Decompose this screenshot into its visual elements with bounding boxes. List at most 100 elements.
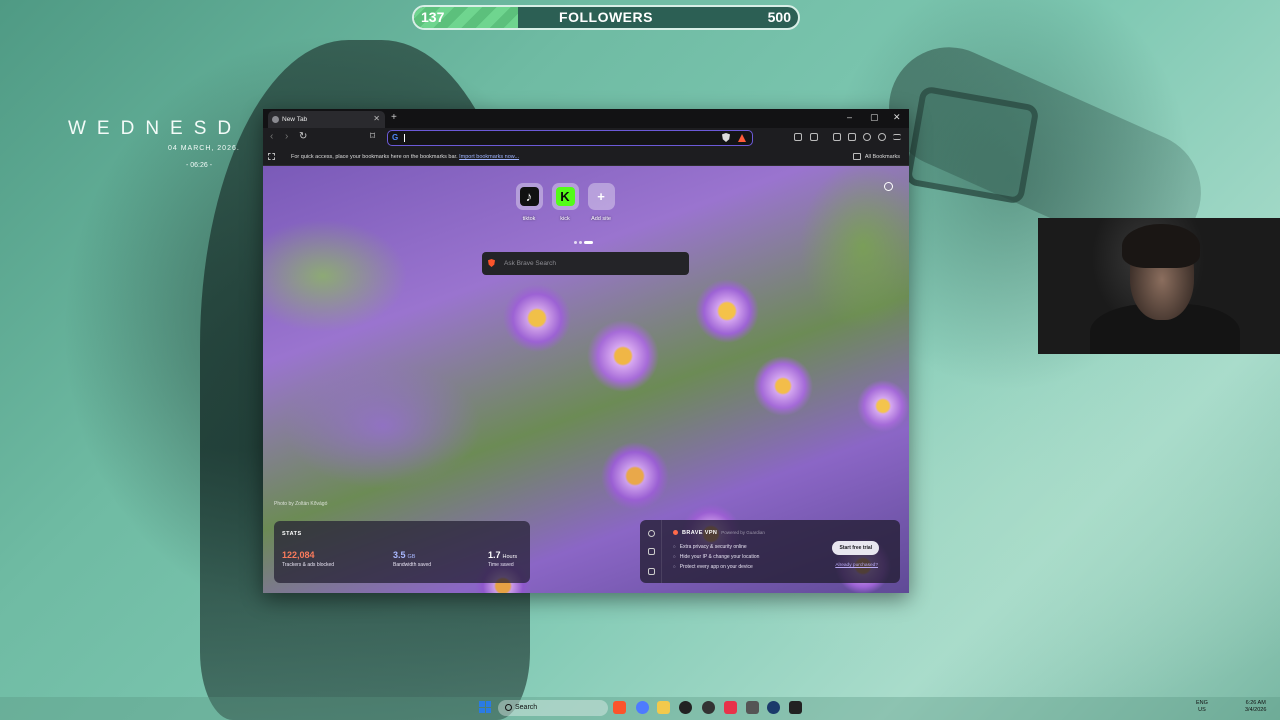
language-indicator[interactable]: ENG US xyxy=(1196,700,1208,714)
list-item: Hide your IP & change your location xyxy=(673,552,760,562)
tab-favicon-icon xyxy=(272,116,279,123)
address-bar[interactable]: G xyxy=(387,130,753,146)
tiktok-taskbar-icon[interactable] xyxy=(724,701,737,714)
pager-dot[interactable] xyxy=(574,241,577,244)
maximize-button[interactable]: ▢ xyxy=(870,112,879,123)
tiktok-icon: ♪ xyxy=(519,187,539,206)
back-button[interactable]: ‹ xyxy=(270,131,273,142)
settings-gear-icon[interactable] xyxy=(648,530,655,537)
pager-dot-active[interactable] xyxy=(584,241,593,244)
taskbar-search[interactable]: Search xyxy=(498,700,608,716)
tab-groups-icon[interactable] xyxy=(848,133,856,141)
taskbar-search-label: Search xyxy=(515,704,538,711)
vpn-feature-list: Extra privacy & security online Hide you… xyxy=(673,542,760,572)
vpn-title-text: BRAVE VPN xyxy=(682,530,718,536)
top-site-tile[interactable]: + xyxy=(587,183,615,210)
tab-title: New Tab xyxy=(282,116,308,123)
text-caret xyxy=(404,134,405,142)
browser-window: New Tab ✕ + – ▢ ✕ ‹ › ↻ ⌑ G For quick ac… xyxy=(263,109,909,593)
tray-date: 3/4/2026 xyxy=(1245,707,1267,713)
import-bookmarks-link[interactable]: Import bookmarks now... xyxy=(459,154,519,160)
video-icon[interactable] xyxy=(648,568,655,575)
top-site-kick[interactable]: Kkick xyxy=(545,183,585,222)
wallet-icon[interactable] xyxy=(810,133,818,141)
warning-icon[interactable] xyxy=(648,548,655,555)
browser-titlebar: New Tab ✕ + – ▢ ✕ xyxy=(263,109,909,128)
top-site-label: Add site xyxy=(591,216,611,222)
top-site-tile[interactable]: K xyxy=(551,183,579,210)
sidebar-icon[interactable] xyxy=(833,133,841,141)
reload-button[interactable]: ↻ xyxy=(299,131,307,142)
stat-time: 1.7 Hours Time saved xyxy=(488,550,517,568)
top-site-tile[interactable]: ♪ xyxy=(515,183,543,210)
webcam-overlay xyxy=(1038,218,1280,354)
extensions-icon[interactable] xyxy=(794,133,802,141)
customize-gear-icon[interactable] xyxy=(884,182,893,191)
pager-dot[interactable] xyxy=(579,241,582,244)
tray-clock[interactable]: 6:26 AM 3/4/2026 xyxy=(1245,700,1266,714)
start-free-trial-button[interactable]: Start free trial xyxy=(832,541,879,555)
widget-time: - 06:26 - xyxy=(186,162,213,169)
stats-widget: STATS 122,084 Trackers & ads blocked 3.5… xyxy=(274,521,530,583)
apps-grid-icon[interactable] xyxy=(268,153,275,160)
kick-icon: K xyxy=(555,187,575,206)
stat-trackers-value: 122,084 xyxy=(282,550,315,560)
close-window-button[interactable]: ✕ xyxy=(893,112,901,123)
widget-date: 04 MARCH, 2026. xyxy=(168,145,240,152)
followers-goal: 500 xyxy=(767,9,791,25)
brave-logo-icon xyxy=(488,259,495,267)
stat-bandwidth-value: 3.5 xyxy=(393,550,406,560)
wallpaper-visor xyxy=(904,85,1040,205)
vpn-shield-icon[interactable] xyxy=(878,133,886,141)
top-site-tiktok[interactable]: ♪ tiktok xyxy=(509,183,549,222)
already-purchased-link[interactable]: Already purchased? xyxy=(835,563,878,568)
stat-bandwidth: 3.5 GB Bandwidth saved xyxy=(393,550,431,568)
tray-time: 6:26 AM xyxy=(1245,700,1266,706)
vpn-widget: BRAVE VPNPowered by Guardian Extra priva… xyxy=(640,520,900,583)
webcam-person-hair xyxy=(1122,224,1200,268)
top-site-label: tiktok xyxy=(522,216,536,222)
steam-taskbar-icon[interactable] xyxy=(767,701,780,714)
search-icon xyxy=(505,704,512,711)
brave-search-box[interactable]: Ask Brave Search xyxy=(482,252,689,275)
forward-button[interactable]: › xyxy=(285,131,288,142)
bookmarks-bar: For quick access, place your bookmarks h… xyxy=(263,148,909,166)
file-explorer-taskbar-icon[interactable] xyxy=(657,701,670,714)
brave-rewards-icon[interactable] xyxy=(738,134,746,142)
new-tab-button[interactable]: + xyxy=(391,112,397,123)
tab-new-tab[interactable]: New Tab ✕ xyxy=(268,111,385,128)
app-taskbar-icon[interactable] xyxy=(702,701,715,714)
all-bookmarks-button[interactable]: All Bookmarks xyxy=(865,154,900,160)
messenger-taskbar-icon[interactable] xyxy=(636,701,649,714)
photo-credit[interactable]: Photo by Zoltán Kővágó xyxy=(274,501,327,507)
google-icon: G xyxy=(392,133,399,142)
bookmark-page-button[interactable]: ⌑ xyxy=(370,131,375,142)
plus-icon: + xyxy=(597,189,605,204)
start-button[interactable] xyxy=(479,701,491,713)
stat-bandwidth-unit: GB xyxy=(407,554,416,560)
tray-lang: ENG xyxy=(1196,700,1208,706)
list-item: Extra privacy & security online xyxy=(673,542,759,552)
app-taskbar-icon[interactable] xyxy=(746,701,759,714)
brave-taskbar-icon[interactable] xyxy=(613,701,626,714)
brave-shields-icon[interactable] xyxy=(722,133,730,142)
top-site-label: kick xyxy=(560,216,570,222)
vpn-powered-by: Powered by Guardian xyxy=(721,530,765,535)
tray-region: US xyxy=(1198,707,1206,713)
new-tab-page: ♪ tiktok Kkick + Add site Ask Brave Search P… xyxy=(263,166,909,593)
app-taskbar-icon[interactable] xyxy=(679,701,692,714)
minimize-button[interactable]: – xyxy=(847,112,852,122)
tab-close-icon[interactable]: ✕ xyxy=(373,114,380,123)
widget-day: WEDNESD xyxy=(68,118,243,139)
leo-ai-icon[interactable] xyxy=(863,133,871,141)
search-placeholder: Ask Brave Search xyxy=(504,260,557,267)
taskbar: Search ENG US 6:26 AM 3/4/2026 xyxy=(0,697,1280,720)
stat-trackers: 122,084 Trackers & ads blocked xyxy=(282,550,334,568)
menu-icon[interactable] xyxy=(893,134,901,140)
followers-label: FOLLOWERS xyxy=(559,9,653,25)
bookmarks-hint: For quick access, place your bookmarks h… xyxy=(291,154,519,160)
top-site-add-site[interactable]: + Add site xyxy=(581,183,621,222)
stat-time-unit: Hours xyxy=(502,554,518,560)
epic-games-taskbar-icon[interactable] xyxy=(789,701,802,714)
stat-time-value: 1.7 xyxy=(488,550,501,560)
